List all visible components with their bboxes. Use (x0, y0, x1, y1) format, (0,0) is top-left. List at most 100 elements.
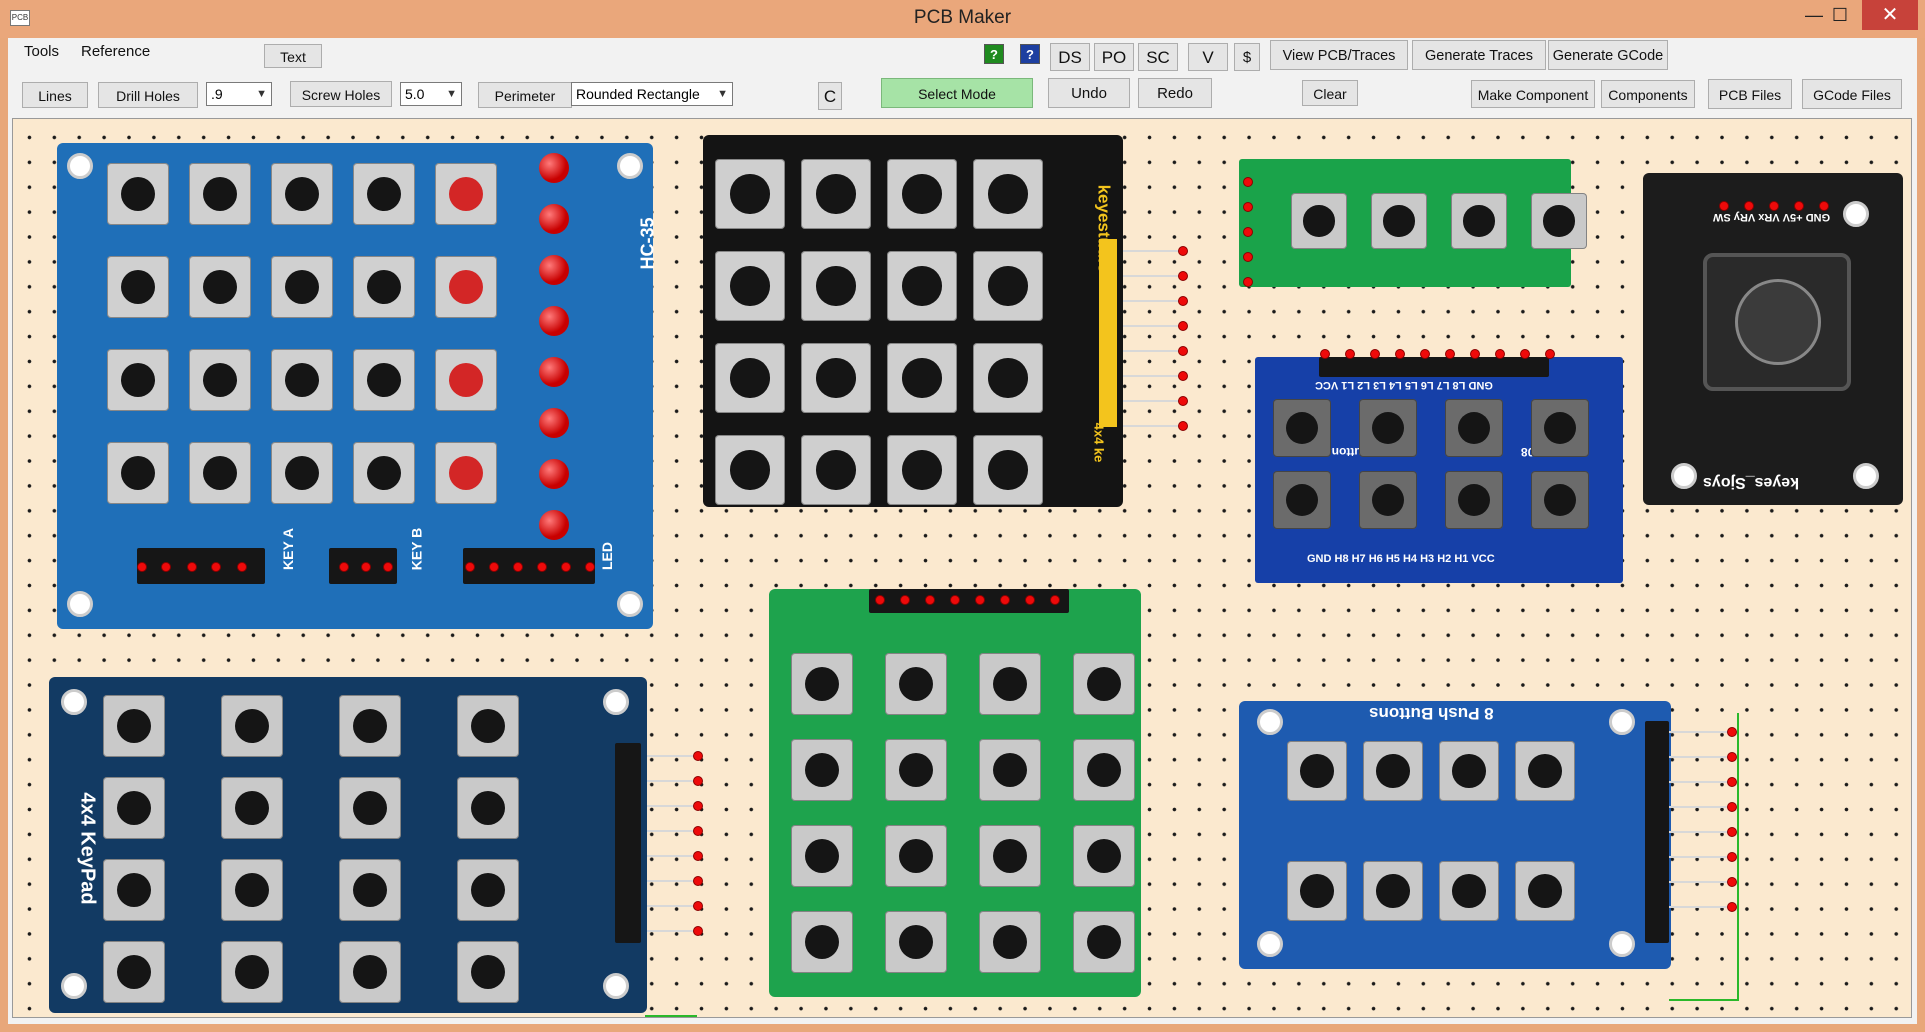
generate-traces-button[interactable]: Generate Traces (1412, 40, 1546, 70)
pad-pin-icon[interactable] (1727, 827, 1737, 837)
pad-pin-icon[interactable] (1178, 296, 1188, 306)
lines-button[interactable]: Lines (22, 82, 88, 108)
ds-button[interactable]: DS (1050, 43, 1090, 71)
pad-pin-icon[interactable] (383, 562, 393, 572)
pad-pin-icon[interactable] (1719, 201, 1729, 211)
keypad-4x4-board[interactable]: 4x4 KeyPad (49, 677, 647, 1013)
pad-pin-icon[interactable] (513, 562, 523, 572)
keyestudio-board[interactable]: keyestudio 4x4 ke (703, 135, 1123, 507)
pad-pin-icon[interactable] (1025, 595, 1035, 605)
drill-holes-button[interactable]: Drill Holes (98, 82, 198, 108)
pad-pin-icon[interactable] (1420, 349, 1430, 359)
pad-pin-icon[interactable] (693, 876, 703, 886)
joystick-board[interactable]: keyes_Sjoys GND +5V VRx VRy SW (1643, 173, 1903, 505)
hc35-board[interactable]: HC-35 KEY A KEY B LED (57, 143, 658, 629)
pad-pin-icon[interactable] (1769, 201, 1779, 211)
c-button[interactable]: C (818, 82, 842, 110)
pad-pin-icon[interactable] (339, 562, 349, 572)
pad-pin-icon[interactable] (950, 595, 960, 605)
pad-pin-icon[interactable] (465, 562, 475, 572)
v-button[interactable]: V (1188, 43, 1228, 71)
pad-pin-icon[interactable] (1178, 271, 1188, 281)
pad-pin-icon[interactable] (693, 851, 703, 861)
pad-pin-icon[interactable] (489, 562, 499, 572)
pad-pin-icon[interactable] (693, 801, 703, 811)
pad-pin-icon[interactable] (1727, 802, 1737, 812)
pad-pin-icon[interactable] (975, 595, 985, 605)
pad-pin-icon[interactable] (1545, 349, 1555, 359)
redo-button[interactable]: Redo (1138, 78, 1212, 108)
generate-gcode-button[interactable]: Generate GCode (1548, 40, 1668, 70)
gcode-files-button[interactable]: GCode Files (1802, 79, 1902, 109)
pad-pin-icon[interactable] (161, 562, 171, 572)
pad-pin-icon[interactable] (1178, 421, 1188, 431)
pad-pin-icon[interactable] (693, 926, 703, 936)
green-16-board[interactable] (769, 589, 1141, 997)
pad-pin-icon[interactable] (1727, 727, 1737, 737)
text-button[interactable]: Text (264, 44, 322, 68)
pad-pin-icon[interactable] (1744, 201, 1754, 211)
perimeter-button[interactable]: Perimeter (478, 82, 572, 108)
pad-pin-icon[interactable] (1178, 321, 1188, 331)
dollar-button[interactable]: $ (1234, 43, 1260, 71)
pad-pin-icon[interactable] (1243, 202, 1253, 212)
screw-holes-button[interactable]: Screw Holes (290, 81, 392, 107)
clear-button[interactable]: Clear (1302, 80, 1358, 106)
pad-pin-icon[interactable] (1320, 349, 1330, 359)
help-green-icon[interactable]: ? (984, 44, 1004, 64)
po-button[interactable]: PO (1094, 43, 1134, 71)
pad-pin-icon[interactable] (1178, 396, 1188, 406)
help-blue-icon[interactable]: ? (1020, 44, 1040, 64)
pad-pin-icon[interactable] (693, 901, 703, 911)
pad-pin-icon[interactable] (693, 751, 703, 761)
pad-pin-icon[interactable] (211, 562, 221, 572)
pad-pin-icon[interactable] (1178, 246, 1188, 256)
pad-pin-icon[interactable] (1727, 777, 1737, 787)
menu-tools[interactable]: Tools (24, 43, 59, 60)
pcb-files-button[interactable]: PCB Files (1708, 79, 1792, 109)
pad-pin-icon[interactable] (1727, 902, 1737, 912)
pad-pin-icon[interactable] (1445, 349, 1455, 359)
select-mode-button[interactable]: Select Mode (881, 78, 1033, 108)
pad-pin-icon[interactable] (1178, 371, 1188, 381)
pad-pin-icon[interactable] (1178, 346, 1188, 356)
pad-pin-icon[interactable] (137, 562, 147, 572)
push8-board[interactable]: 8 Push Buttons (1239, 701, 1671, 969)
pad-pin-icon[interactable] (1345, 349, 1355, 359)
kc1308-board[interactable]: GND L8 L7 L6 L5 L4 L3 L2 L1 VCC Push But… (1255, 357, 1623, 583)
sc-button[interactable]: SC (1138, 43, 1178, 71)
pad-pin-icon[interactable] (1819, 201, 1829, 211)
pad-pin-icon[interactable] (1470, 349, 1480, 359)
undo-button[interactable]: Undo (1048, 78, 1130, 108)
view-pcb-traces-button[interactable]: View PCB/Traces (1270, 40, 1408, 70)
pad-pin-icon[interactable] (537, 562, 547, 572)
pad-pin-icon[interactable] (585, 562, 595, 572)
pad-pin-icon[interactable] (237, 562, 247, 572)
screw-size-select[interactable]: 5.0 ▼ (400, 82, 462, 106)
pad-pin-icon[interactable] (1495, 349, 1505, 359)
pad-pin-icon[interactable] (1727, 852, 1737, 862)
pcb-canvas[interactable]: HC-35 KEY A KEY B LED keyestudio 4x4 ke (12, 118, 1912, 1018)
pad-pin-icon[interactable] (1050, 595, 1060, 605)
pad-pin-icon[interactable] (1794, 201, 1804, 211)
close-icon[interactable]: ✕ (1862, 0, 1918, 30)
pad-pin-icon[interactable] (693, 826, 703, 836)
pad-pin-icon[interactable] (187, 562, 197, 572)
pad-pin-icon[interactable] (1727, 877, 1737, 887)
pad-pin-icon[interactable] (361, 562, 371, 572)
pad-pin-icon[interactable] (1520, 349, 1530, 359)
components-button[interactable]: Components (1601, 80, 1695, 108)
pad-pin-icon[interactable] (900, 595, 910, 605)
pad-pin-icon[interactable] (1000, 595, 1010, 605)
perimeter-shape-select[interactable]: Rounded Rectangle ▼ (571, 82, 733, 106)
maximize-icon[interactable]: ☐ (1818, 0, 1862, 30)
pad-pin-icon[interactable] (561, 562, 571, 572)
pad-pin-icon[interactable] (1370, 349, 1380, 359)
pad-pin-icon[interactable] (1243, 277, 1253, 287)
pad-pin-icon[interactable] (1727, 752, 1737, 762)
pad-pin-icon[interactable] (1243, 227, 1253, 237)
pad-pin-icon[interactable] (875, 595, 885, 605)
pad-pin-icon[interactable] (1395, 349, 1405, 359)
pad-pin-icon[interactable] (1243, 177, 1253, 187)
pad-pin-icon[interactable] (693, 776, 703, 786)
